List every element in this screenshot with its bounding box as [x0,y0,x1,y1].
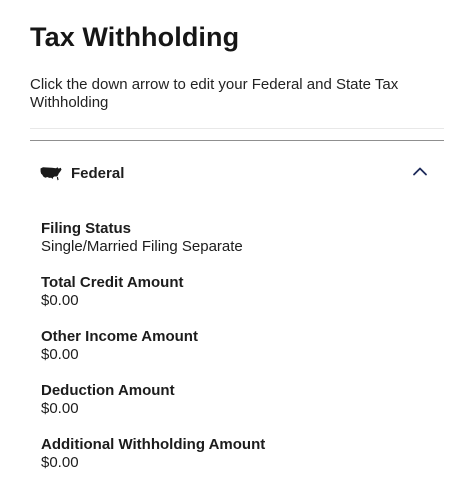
field-value: $0.00 [41,400,79,417]
federal-section-title: Federal [71,165,125,182]
field-value: $0.00 [41,346,79,363]
field-value: $0.00 [41,292,79,309]
filing-status-field: Filing Status Single/Married Filing Sepa… [41,220,441,256]
additional-withholding-amount-field: Additional Withholding Amount $0.00 [41,436,441,472]
section-divider [30,140,444,141]
field-label: Additional Withholding Amount [41,436,266,453]
field-label: Other Income Amount [41,328,198,345]
total-credit-amount-field: Total Credit Amount $0.00 [41,274,441,310]
deduction-amount-field: Deduction Amount $0.00 [41,382,441,418]
field-value: Single/Married Filing Separate [41,238,243,255]
instructions-text: Click the down arrow to edit your Federa… [30,76,399,111]
field-label: Filing Status [41,220,131,237]
page-title: Tax Withholding [30,22,240,52]
field-label: Total Credit Amount [41,274,184,291]
federal-section-toggle[interactable]: Federal [30,150,444,200]
us-map-icon [40,167,62,181]
chevron-up-icon[interactable] [412,165,428,177]
divider [30,128,444,129]
field-label: Deduction Amount [41,382,175,399]
field-value: $0.00 [41,454,79,471]
other-income-amount-field: Other Income Amount $0.00 [41,328,441,364]
